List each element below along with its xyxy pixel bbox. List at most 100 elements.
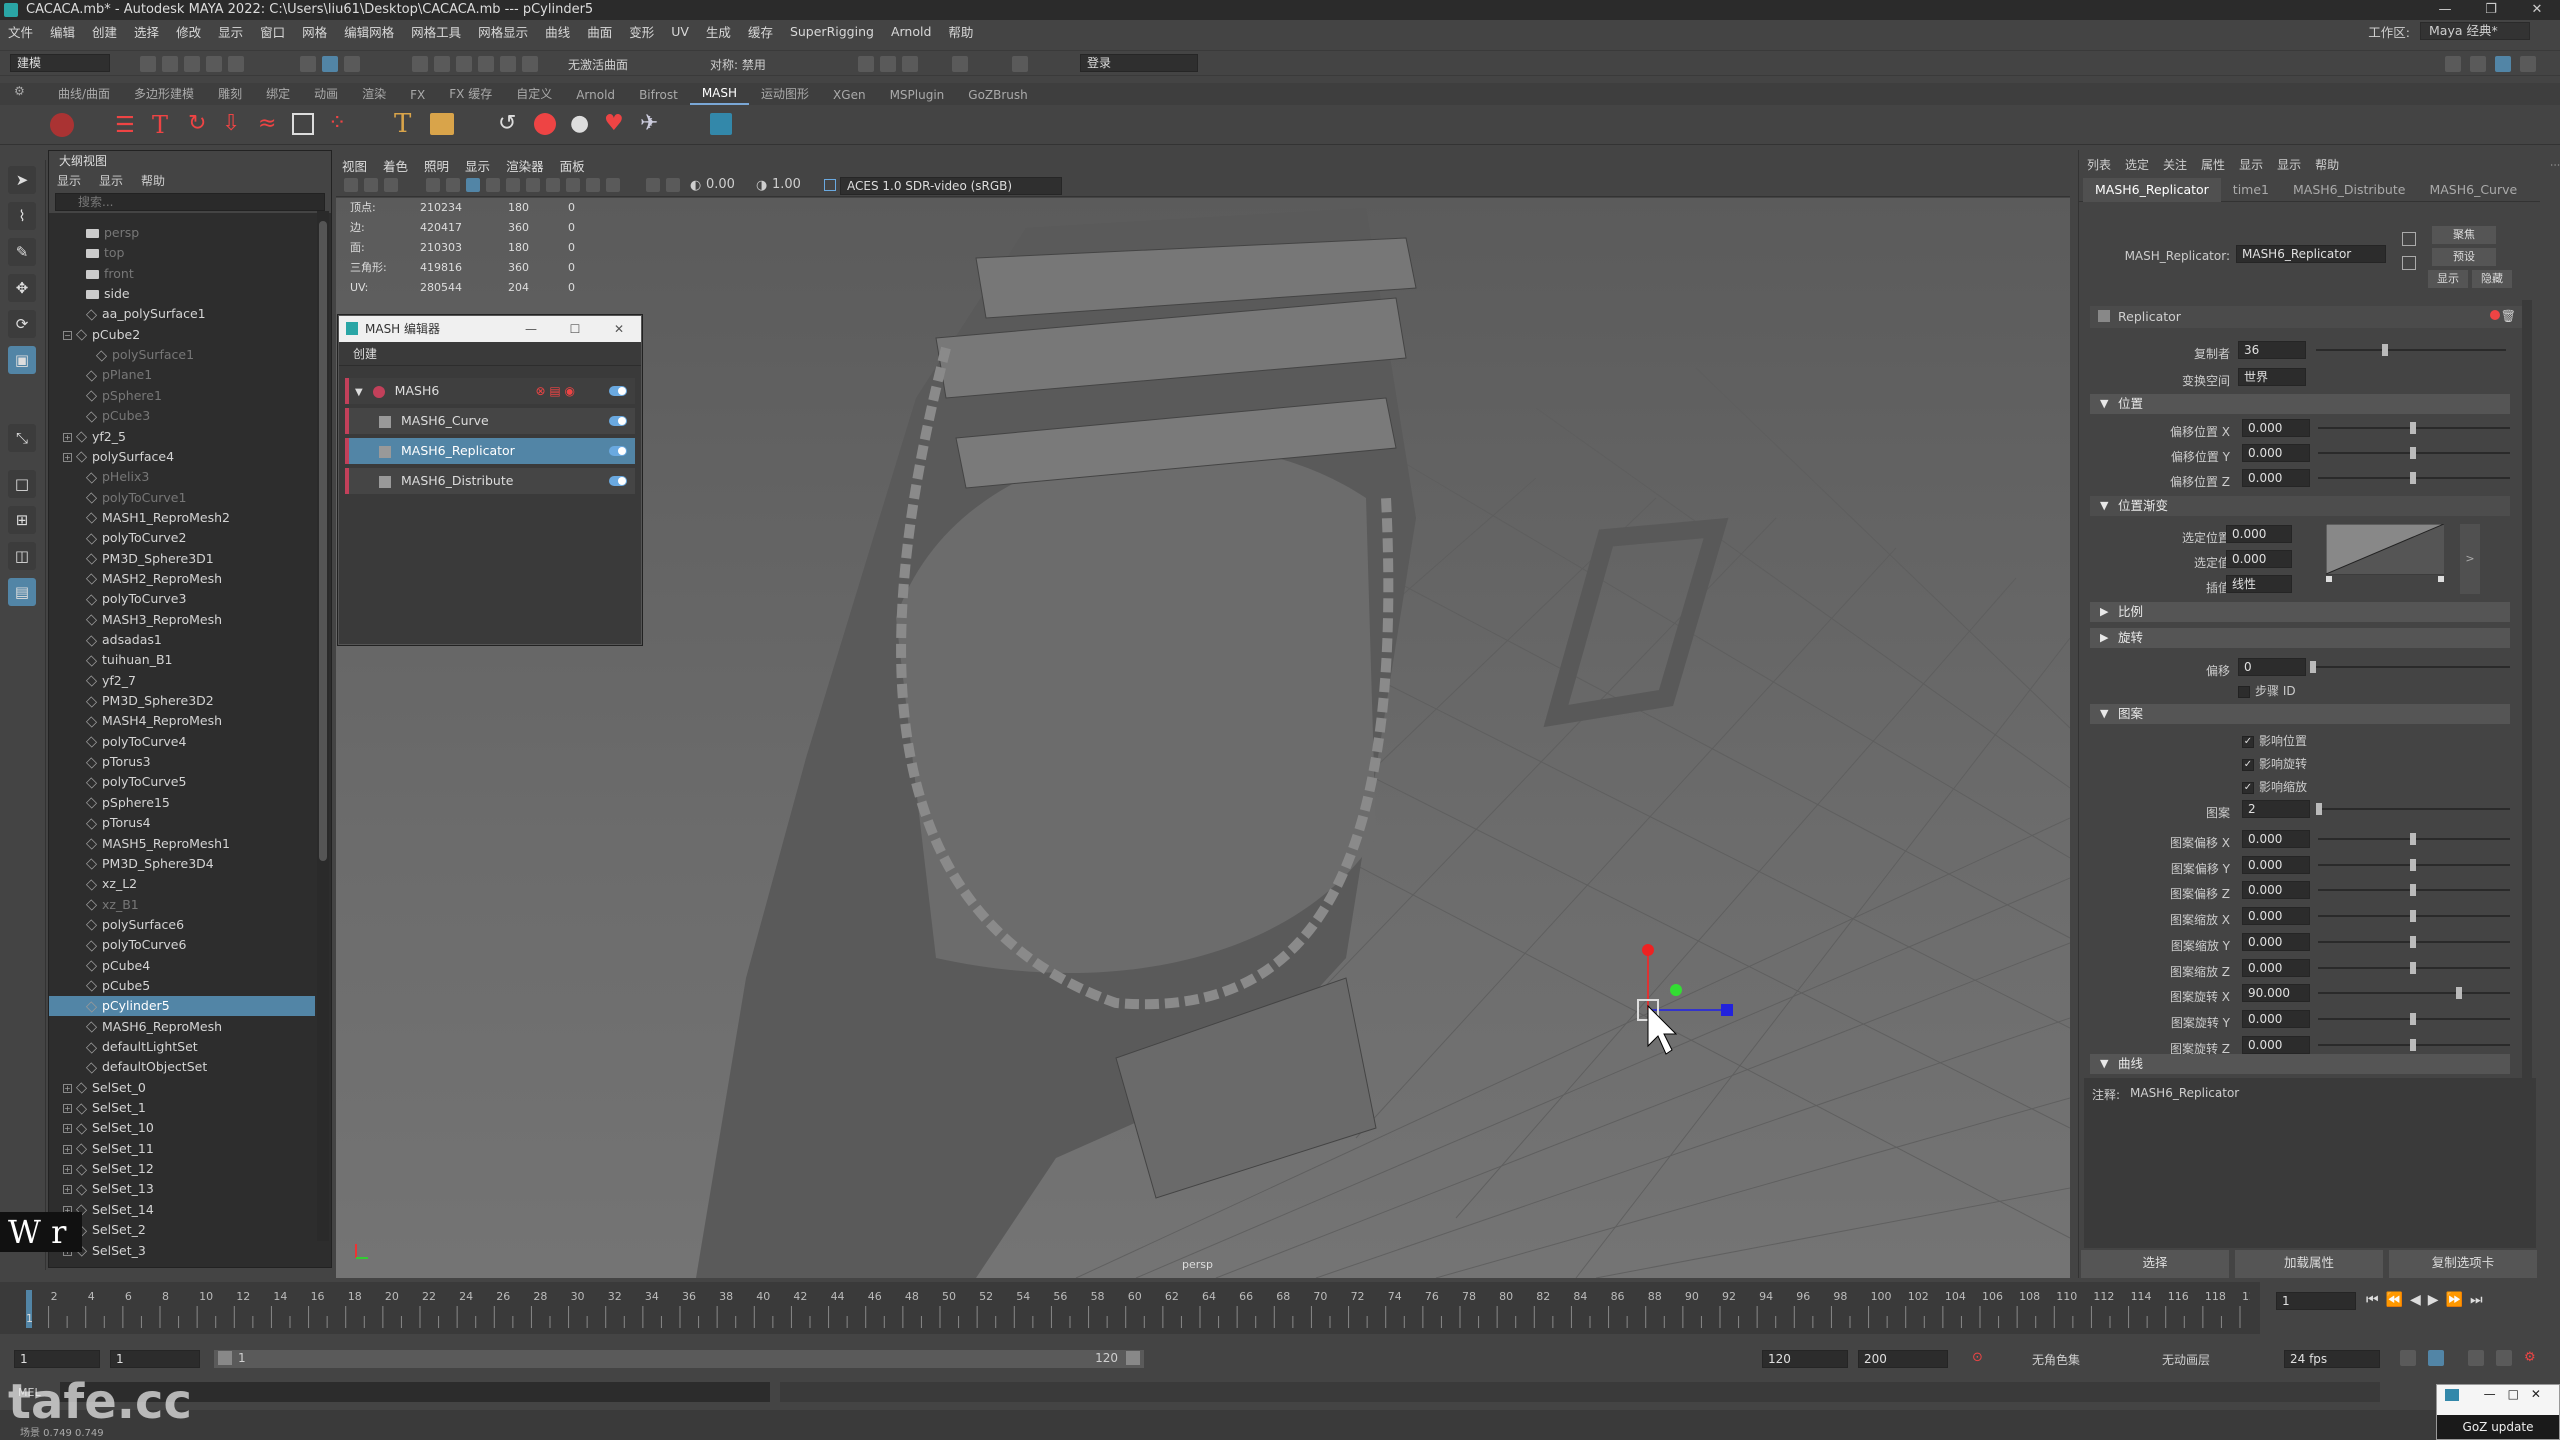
mash-list-icon[interactable]: ☰: [115, 113, 135, 138]
shelf-tab[interactable]: XGen: [821, 88, 878, 105]
sound-icon[interactable]: [2468, 1350, 2484, 1370]
pattern-param-field[interactable]: 90.000: [2242, 984, 2310, 1003]
pattern-param-field[interactable]: 0.000: [2242, 830, 2310, 848]
section-pattern[interactable]: ▼ 图案: [2090, 704, 2510, 724]
node-toggle[interactable]: [609, 446, 627, 456]
pattern-field[interactable]: 2: [2242, 800, 2310, 818]
outliner-row[interactable]: + SelSet_1: [49, 1098, 315, 1118]
pattern-param-slider[interactable]: [2318, 910, 2510, 923]
attr-tab[interactable]: MASH6_Replicator: [2083, 177, 2221, 202]
expand-toggle-icon[interactable]: +: [63, 1165, 72, 1175]
hypershade-icon[interactable]: [952, 56, 968, 76]
outliner-row[interactable]: +SelSet_4: [49, 1261, 315, 1264]
camera-select-icon[interactable]: [344, 178, 358, 196]
node-name-field[interactable]: MASH6_Replicator: [2236, 245, 2386, 263]
aa-icon[interactable]: [586, 178, 600, 196]
replicator-header[interactable]: Replicator 🗑: [2090, 306, 2530, 328]
menu-item[interactable]: 变形: [629, 22, 654, 41]
outliner-row[interactable]: + SelSet_10: [49, 1118, 315, 1138]
timeline-ticks[interactable]: 2 4 6 8 10 12 14 16 18 20 22 24 26 28 30 32 34 36 38 40 42 44…: [20, 1288, 2250, 1328]
attr-bottom-button[interactable]: 复制选项卡: [2389, 1250, 2537, 1278]
outliner-row[interactable]: pTorus3: [49, 752, 315, 772]
snap-point-icon[interactable]: [456, 56, 472, 76]
attr-menu-item[interactable]: 关注: [2163, 156, 2187, 173]
menu-item[interactable]: 帮助: [948, 22, 973, 41]
selected-value-field[interactable]: 0.000: [2226, 550, 2292, 568]
menu-item[interactable]: 网格显示: [478, 22, 528, 41]
shadows-icon[interactable]: [526, 178, 540, 196]
workspace-dropdown[interactable]: Maya 经典*: [2420, 22, 2530, 40]
attr-tab[interactable]: time1: [2221, 178, 2281, 202]
attr-menu-item[interactable]: 显示: [2239, 156, 2263, 173]
pause-icon[interactable]: [1012, 56, 1028, 76]
outliner-row[interactable]: + SelSet_12: [49, 1159, 315, 1179]
menu-item[interactable]: 生成: [706, 22, 731, 41]
undo-icon[interactable]: [206, 56, 222, 76]
pattern-param-slider[interactable]: [2318, 1038, 2510, 1051]
lights-icon[interactable]: [506, 178, 520, 196]
outliner-row[interactable]: +SelSet_2: [49, 1220, 315, 1240]
new-scene-icon[interactable]: [140, 56, 156, 76]
shelf-tab[interactable]: Bifrost: [627, 88, 690, 105]
attr-menu-item[interactable]: 帮助: [2315, 156, 2339, 173]
close-icon[interactable]: ✕: [597, 316, 641, 342]
menu-item[interactable]: 网格工具: [411, 22, 461, 41]
outliner-row[interactable]: MASH6_ReproMesh: [49, 1017, 315, 1037]
mash-node-row[interactable]: MASH6_Distribute: [345, 468, 635, 494]
shelf-tab[interactable]: 运动图形: [749, 85, 821, 105]
shelf-tab[interactable]: MASH: [689, 86, 750, 105]
outliner-row[interactable]: pCylinder5: [49, 996, 315, 1017]
attribute-editor-icon[interactable]: [2495, 56, 2511, 76]
svg-tool-icon[interactable]: [430, 113, 454, 135]
bookmark-icon[interactable]: [384, 178, 398, 196]
outliner-row[interactable]: PM3D_Sphere3D4: [49, 854, 315, 874]
menu-item[interactable]: 显示: [218, 22, 243, 41]
gizmo-x-handle[interactable]: [1670, 984, 1682, 996]
anim-end-field[interactable]: 200: [1858, 1350, 1948, 1368]
attr-scrollbar[interactable]: [2522, 300, 2532, 1080]
attr-side-button[interactable]: 预设: [2432, 248, 2496, 266]
gamma-field[interactable]: 1.00: [772, 177, 810, 192]
outliner-row[interactable]: xz_B1: [49, 895, 315, 915]
node-state-icon[interactable]: [2490, 310, 2500, 320]
viewport-menu-item[interactable]: 显示: [465, 156, 490, 175]
shelf-tab[interactable]: MSPlugin: [878, 88, 957, 105]
outliner-row[interactable]: polySurface1: [49, 345, 315, 365]
current-frame-field[interactable]: 1: [2276, 1292, 2356, 1310]
viewport-menu-item[interactable]: 面板: [560, 156, 585, 175]
last-tool-icon[interactable]: ⤡: [8, 424, 36, 452]
node-delete-icon[interactable]: 🗑: [2501, 309, 2516, 323]
pattern-param-field[interactable]: 0.000: [2242, 958, 2310, 977]
shelf-tab[interactable]: FX 缓存: [437, 85, 504, 105]
range-slider[interactable]: 1 120: [214, 1350, 1144, 1368]
shelf-tab[interactable]: 雕刻: [206, 85, 254, 105]
outliner-row[interactable]: MASH2_ReproMesh: [49, 569, 315, 589]
section-rotate[interactable]: ▶ 旋转: [2090, 628, 2510, 648]
login-dropdown[interactable]: 登录: [1080, 54, 1198, 72]
dof-icon[interactable]: [606, 178, 620, 196]
render-icon[interactable]: [858, 56, 874, 76]
outliner-row[interactable]: polySurface6: [49, 915, 315, 935]
grid-toggle-icon[interactable]: [426, 178, 440, 196]
attr-tab[interactable]: MASH6_Curve: [2417, 178, 2529, 202]
goz-window-controls[interactable]: —□✕: [2484, 1387, 2553, 1401]
pattern-param-field[interactable]: 0.000: [2242, 907, 2310, 926]
outliner-row[interactable]: pTorus4: [49, 813, 315, 833]
attr-side-button[interactable]: 聚焦: [2432, 226, 2496, 244]
maximize-icon[interactable]: ☐: [553, 316, 597, 342]
colorspace-toggle-icon[interactable]: [824, 179, 836, 191]
copies-field[interactable]: 36: [2238, 341, 2306, 359]
viewport-menu-item[interactable]: 照明: [424, 156, 449, 175]
pattern-param-slider[interactable]: [2318, 1012, 2510, 1025]
playback-start-field[interactable]: 1: [110, 1350, 200, 1368]
wireframe-icon[interactable]: [446, 178, 460, 196]
plugin-icon[interactable]: [710, 113, 732, 135]
mash-spline-icon[interactable]: ≈: [258, 111, 276, 136]
outliner-row[interactable]: pCube4: [49, 956, 315, 976]
shelf-tab[interactable]: 渲染: [350, 85, 398, 105]
outliner-row[interactable]: MASH3_ReproMesh: [49, 610, 315, 630]
outliner-row[interactable]: defaultObjectSet: [49, 1057, 315, 1077]
offset-x-field[interactable]: 0.000: [2242, 419, 2310, 437]
shelf-settings-icon[interactable]: ⚙: [14, 84, 30, 102]
rotate-tool-icon[interactable]: ↺: [498, 111, 516, 136]
